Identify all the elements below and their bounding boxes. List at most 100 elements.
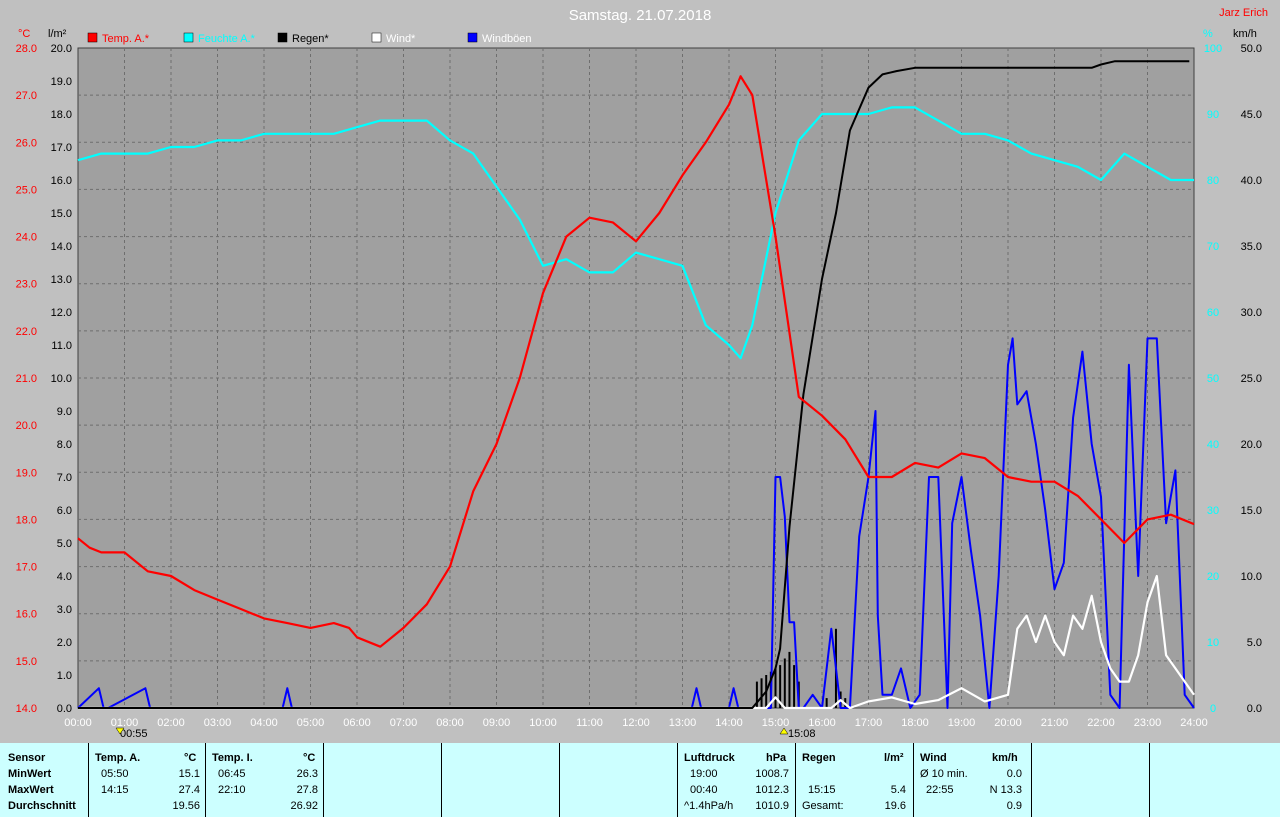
wind-tick-label: 0.0 xyxy=(1247,703,1262,715)
temp-a-header: Temp. A. xyxy=(95,752,141,764)
temp-tick-label: 19.0 xyxy=(16,467,37,479)
temp-tick-label: 20.0 xyxy=(16,420,37,432)
rain-tick-label: 1.0 xyxy=(57,670,72,682)
wind-avg10: 0.0 xyxy=(1006,768,1022,780)
legend-label: Windböen xyxy=(482,33,532,45)
table-divider xyxy=(205,743,206,817)
pressure-trend-label: ^1.4hPa/h xyxy=(684,800,734,812)
rain-max-time: 15:15 xyxy=(808,784,836,796)
rain-tick-label: 14.0 xyxy=(51,241,72,253)
wind-tick-label: 25.0 xyxy=(1241,373,1262,385)
temp-tick-label: 18.0 xyxy=(16,514,37,526)
rain-tick-label: 19.0 xyxy=(51,76,72,88)
rain-tick-label: 16.0 xyxy=(51,175,72,187)
table-divider xyxy=(88,743,89,817)
legend-label: Feuchte A.* xyxy=(198,33,256,45)
x-tick-label: 19:00 xyxy=(948,717,976,729)
table-divider xyxy=(323,743,324,817)
x-tick-label: 11:00 xyxy=(576,717,603,729)
weather-chart: Samstag. 21.07.2018 Jarz Erich °C l/m² %… xyxy=(16,7,1268,740)
x-tick-label: 12:00 xyxy=(622,717,650,729)
temp-tick-label: 14.0 xyxy=(16,703,37,715)
wind-avg10-label: Ø 10 min. xyxy=(920,768,968,780)
x-tick-label: 18:00 xyxy=(901,717,929,729)
wind-avg: 0.9 xyxy=(1006,800,1022,812)
hum-tick-label: 90 xyxy=(1207,109,1219,121)
temp-i-header: Temp. I. xyxy=(212,752,253,764)
x-tick-label: 06:00 xyxy=(343,717,371,729)
pressure-max-time: 00:40 xyxy=(690,784,718,796)
wind-tick-label: 30.0 xyxy=(1241,307,1262,319)
rain-max: 5.4 xyxy=(890,784,906,796)
rain-bar xyxy=(774,668,777,708)
x-tick-label: 22:00 xyxy=(1087,717,1115,729)
temp-axis-unit: °C xyxy=(18,28,30,40)
table-divider xyxy=(441,743,442,817)
wind-tick-label: 5.0 xyxy=(1247,637,1262,649)
wind-header: Wind xyxy=(920,752,947,764)
x-tick-label: 10:00 xyxy=(529,717,557,729)
table-divider xyxy=(559,743,560,817)
legend-swatch xyxy=(277,32,288,43)
hum-tick-label: 20 xyxy=(1207,571,1219,583)
temp-tick-label: 22.0 xyxy=(16,326,37,338)
legend-label: Temp. A.* xyxy=(102,33,150,45)
hum-tick-label: 0 xyxy=(1210,703,1216,715)
legend-label: Regen* xyxy=(292,33,329,45)
pressure-max: 1012.3 xyxy=(755,784,789,796)
rain-tick-label: 6.0 xyxy=(57,505,72,517)
wind-tick-label: 40.0 xyxy=(1241,175,1262,187)
x-tick-label: 15:00 xyxy=(762,717,790,729)
x-tick-label: 03:00 xyxy=(204,717,232,729)
temp-a-max-time: 14:15 xyxy=(101,784,129,796)
rain-header: Regen xyxy=(802,752,836,764)
rain-bar xyxy=(825,698,828,708)
hum-axis-unit: % xyxy=(1203,28,1213,40)
rain-tick-label: 13.0 xyxy=(51,274,72,286)
temp-tick-label: 26.0 xyxy=(16,137,37,149)
hum-tick-label: 80 xyxy=(1207,175,1219,187)
rain-tick-label: 20.0 xyxy=(51,43,72,55)
temp-a-min: 15.1 xyxy=(178,768,200,780)
hum-tick-label: 100 xyxy=(1204,43,1222,55)
table-divider xyxy=(1031,743,1032,817)
rain-tick-label: 15.0 xyxy=(51,208,72,220)
wind-tick-label: 20.0 xyxy=(1241,439,1262,451)
hum-tick-label: 10 xyxy=(1207,637,1219,649)
hum-tick-label: 50 xyxy=(1207,373,1219,385)
max-temp-marker: 15:08 xyxy=(788,728,816,740)
x-tick-label: 09:00 xyxy=(483,717,511,729)
wind-axis-unit: km/h xyxy=(1233,28,1257,40)
row-label-avg: Durchschnitt xyxy=(8,800,76,812)
legend-label: Wind* xyxy=(386,33,416,45)
table-divider xyxy=(1149,743,1150,817)
table-divider xyxy=(677,743,678,817)
wind-tick-label: 50.0 xyxy=(1241,43,1262,55)
rain-tick-label: 18.0 xyxy=(51,109,72,121)
rain-tick-label: 9.0 xyxy=(57,406,72,418)
x-tick-label: 20:00 xyxy=(994,717,1022,729)
temp-a-unit: °C xyxy=(184,752,197,764)
wind-tick-label: 10.0 xyxy=(1241,571,1262,583)
row-label-max: MaxWert xyxy=(8,784,54,796)
wind-tick-label: 45.0 xyxy=(1241,109,1262,121)
statistics-table: Sensor MinWert MaxWert Durchschnitt Temp… xyxy=(0,743,1280,817)
rain-tick-label: 12.0 xyxy=(51,307,72,319)
author-label: Jarz Erich xyxy=(1219,7,1268,19)
temp-tick-label: 28.0 xyxy=(16,43,37,55)
rain-tick-label: 4.0 xyxy=(57,571,72,583)
hum-tick-label: 30 xyxy=(1207,505,1219,517)
rain-tick-label: 17.0 xyxy=(51,142,72,154)
rain-tick-label: 10.0 xyxy=(51,373,72,385)
x-tick-label: 14:00 xyxy=(715,717,743,729)
temp-tick-label: 15.0 xyxy=(16,656,37,668)
x-tick-label: 08:00 xyxy=(436,717,464,729)
legend-swatch xyxy=(183,32,194,43)
x-tick-label: 05:00 xyxy=(297,717,325,729)
wind-unit: km/h xyxy=(992,752,1018,764)
rain-bar xyxy=(788,651,791,708)
pressure-min-time: 19:00 xyxy=(690,768,718,780)
rain-total-label: Gesamt: xyxy=(802,800,844,812)
temp-a-max: 27.4 xyxy=(178,784,200,796)
pressure-unit: hPa xyxy=(766,752,787,764)
